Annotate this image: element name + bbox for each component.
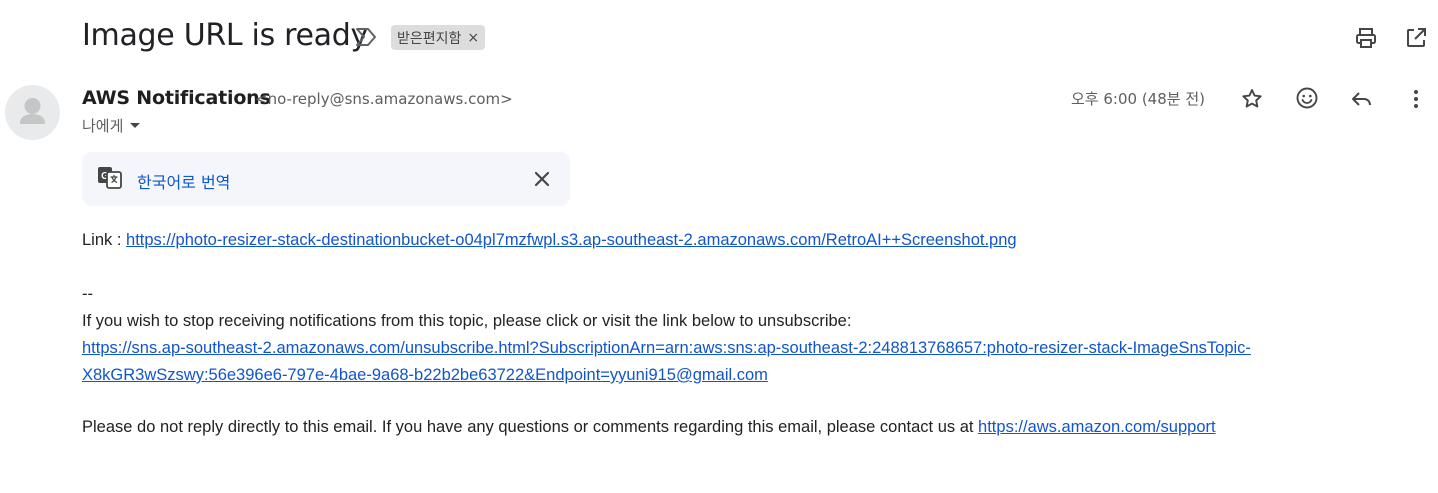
reply-button[interactable] (1348, 85, 1376, 113)
image-url-link[interactable]: https://photo-resizer-stack-destinationb… (126, 231, 1017, 249)
translate-to-korean-link[interactable]: 한국어로 번역 (137, 169, 230, 193)
unsubscribe-link-line-2: X8kGR3wSzswy:56e396e6-797e-4bae-9a68-b22… (82, 366, 768, 385)
email-subject: Image URL is ready (82, 18, 368, 53)
add-reaction-button[interactable] (1293, 84, 1321, 112)
unsubscribe-instructions: If you wish to stop receiving notificati… (82, 312, 852, 330)
reply-icon (1352, 92, 1371, 106)
recipient-label: 나에게 (82, 117, 124, 135)
open-in-new-window-button[interactable] (1402, 24, 1430, 52)
close-translate-banner-button[interactable] (528, 165, 556, 193)
link-prefix: Link : (82, 231, 127, 249)
image-link-line: Link : https://photo-resizer-stack-desti… (82, 231, 1017, 250)
inbox-label-chip: 받은편지함 × (391, 25, 486, 50)
more-vert-icon (1414, 90, 1418, 108)
importance-marker-icon[interactable] (355, 27, 377, 47)
translate-icon: G (97, 166, 123, 190)
unsubscribe-link-line-1: https://sns.ap-southeast-2.amazonaws.com… (82, 339, 1251, 358)
signature-separator: -- (82, 285, 93, 303)
print-button[interactable] (1352, 24, 1380, 52)
unsubscribe-link-part-2[interactable]: X8kGR3wSzswy:56e396e6-797e-4bae-9a68-b22… (82, 366, 768, 384)
contact-text: Please do not reply directly to this ema… (82, 418, 979, 436)
caret-down-icon (130, 122, 141, 128)
more-options-button[interactable] (1402, 85, 1430, 113)
email-timestamp: 오후 6:00 (48분 전) (1071, 90, 1205, 108)
star-icon (1242, 89, 1262, 108)
close-icon (534, 171, 550, 187)
support-link[interactable]: https://aws.amazon.com/support (978, 418, 1216, 436)
inbox-label-text: 받은편지함 (397, 30, 462, 47)
recipient-details-toggle[interactable]: 나에게 (82, 115, 141, 136)
unsubscribe-link-part-1[interactable]: https://sns.ap-southeast-2.amazonaws.com… (82, 339, 1251, 357)
open-in-new-window-icon (1407, 28, 1426, 47)
default-person-icon (20, 98, 45, 124)
remove-label-button[interactable]: × (467, 30, 479, 46)
print-icon (1356, 28, 1376, 48)
contact-line: Please do not reply directly to this ema… (82, 418, 1216, 437)
star-button[interactable] (1238, 85, 1266, 113)
avatar[interactable] (5, 85, 60, 140)
sender-name: AWS Notifications (82, 87, 271, 109)
sender-email: <no-reply@sns.amazonaws.com> (255, 90, 513, 108)
emoji-icon (1296, 87, 1318, 109)
